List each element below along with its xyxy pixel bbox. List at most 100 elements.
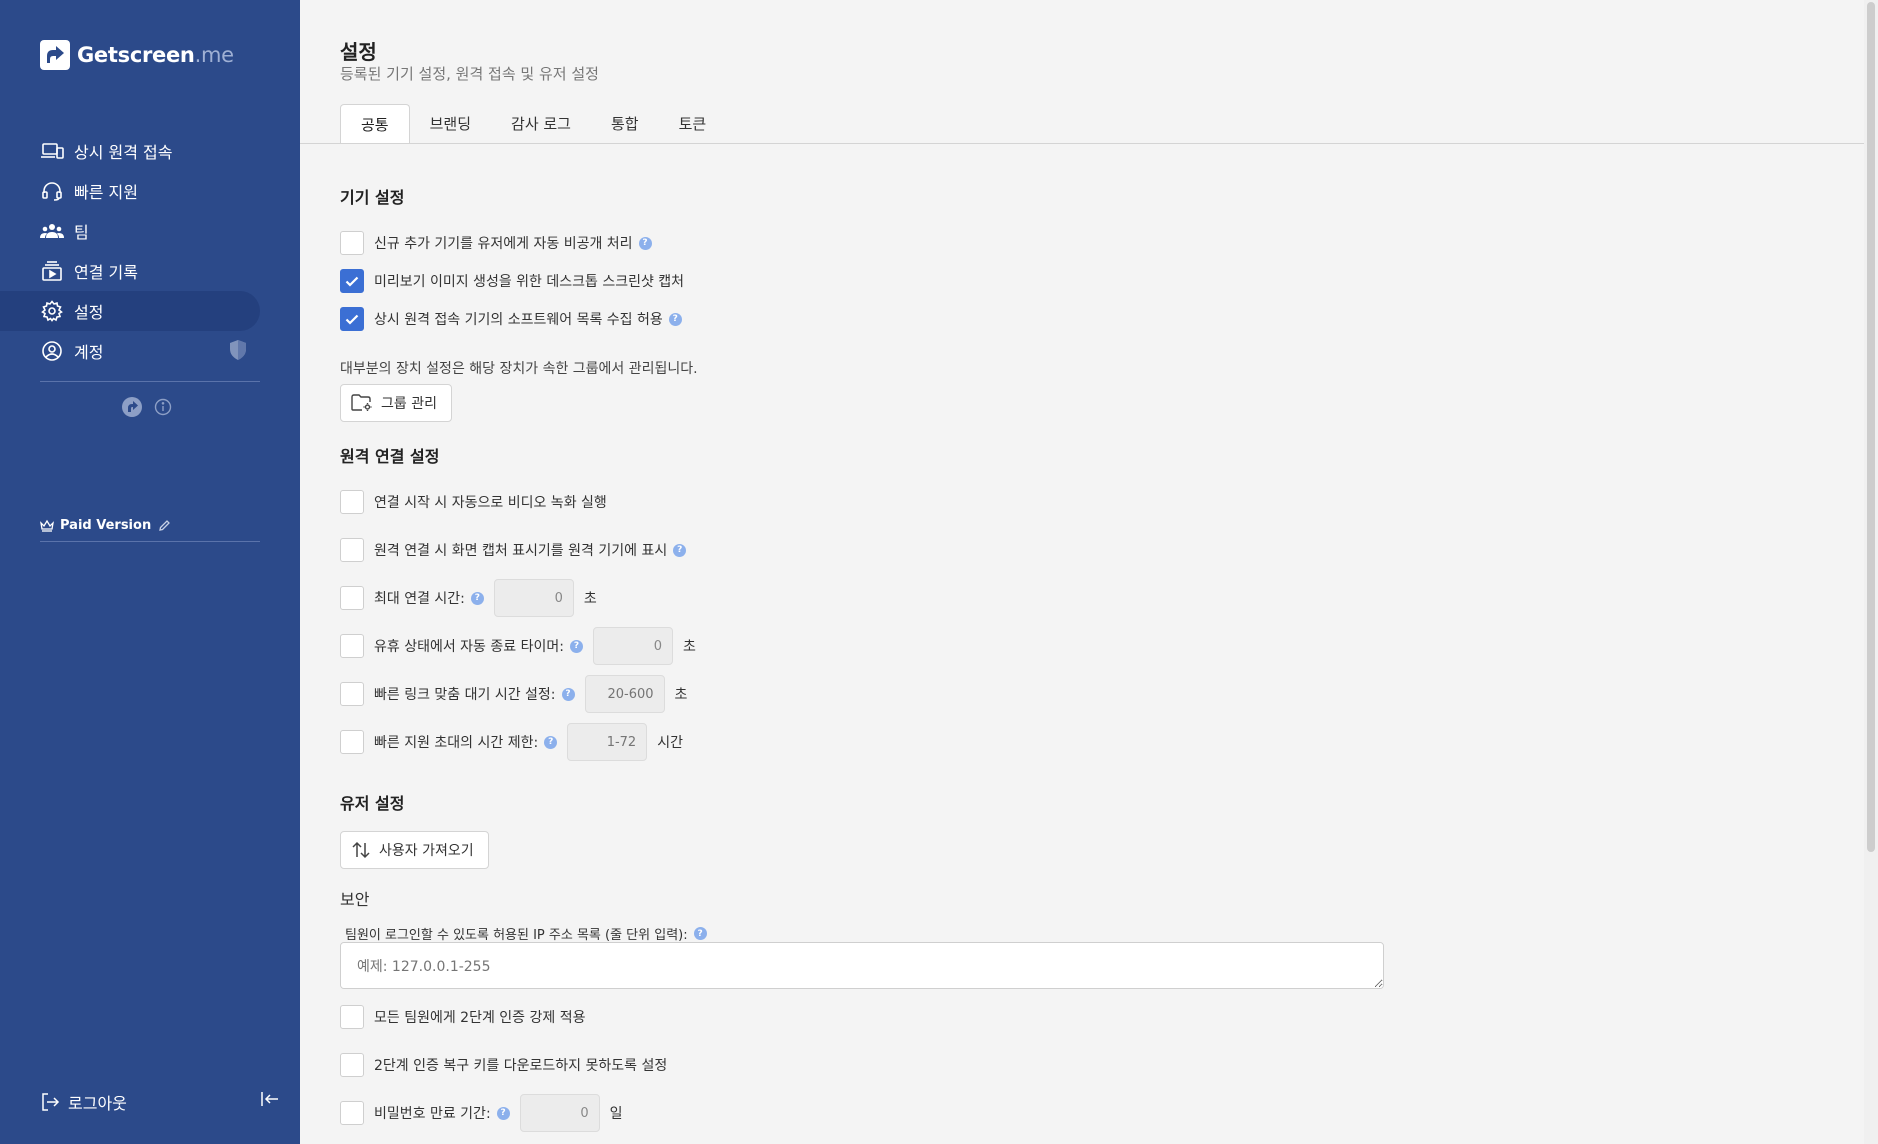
logout-button[interactable]: 로그아웃 — [40, 1090, 280, 1114]
help-icon[interactable]: ? — [668, 312, 682, 326]
sidebar-item-label: 팀 — [74, 223, 89, 242]
devices-icon — [40, 139, 64, 163]
tab-tokens[interactable]: 토큰 — [659, 104, 727, 144]
option-idle-timeout: 유휴 상태에서 자동 종료 타이머: ? 초 — [340, 627, 696, 665]
sidebar-item-label: 연결 기록 — [74, 263, 138, 282]
help-icon[interactable]: ? — [569, 639, 583, 653]
option-capture-indicator: 원격 연결 시 화면 캡처 표시기를 원격 기기에 표시 ? — [340, 538, 687, 562]
option-auto-private-devices: 신규 추가 기기를 유저에게 자동 비공개 처리 ? — [340, 231, 652, 255]
option-label: 상시 원격 접속 기기의 소프트웨어 목록 수집 허용 — [374, 312, 663, 328]
tab-general[interactable]: 공통 — [340, 104, 410, 144]
main-content: 설정 등록된 기기 설정, 원격 접속 및 유저 설정 공통 브랜딩 감사 로그… — [300, 0, 1864, 1144]
plan-indicator: Paid Version — [40, 518, 260, 542]
help-icon[interactable]: ? — [693, 927, 707, 940]
sidebar-item-unattended-access[interactable]: 상시 원격 접속 — [0, 131, 260, 171]
help-icon[interactable]: ? — [638, 236, 652, 250]
sidebar-item-account[interactable]: 계정 — [0, 331, 260, 371]
sidebar-item-label: 계정 — [74, 343, 104, 362]
checkbox[interactable] — [340, 1053, 364, 1077]
option-label: 2단계 인증 복구 키를 다운로드하지 못하도록 설정 — [374, 1058, 668, 1074]
section-title-remote: 원격 연결 설정 — [340, 447, 440, 466]
password-expiry-input[interactable] — [519, 1094, 600, 1132]
idle-timeout-input[interactable] — [592, 627, 673, 665]
checkbox[interactable] — [340, 586, 364, 610]
plan-label: Paid Version — [60, 518, 152, 533]
ip-whitelist-input[interactable] — [340, 942, 1384, 989]
tab-audit-log[interactable]: 감사 로그 — [491, 104, 591, 144]
team-icon — [40, 219, 64, 243]
sidebar: Getscreen.me 상시 원격 접속 빠른 지원 팀 연결 기록 설정 계… — [0, 0, 300, 1144]
sidebar-item-label: 설정 — [74, 303, 104, 322]
section-title-users: 유저 설정 — [340, 794, 405, 813]
sidebar-item-label: 상시 원격 접속 — [74, 143, 173, 162]
invite-time-limit-input[interactable] — [567, 723, 648, 761]
sidebar-item-quick-support[interactable]: 빠른 지원 — [0, 171, 260, 211]
option-force-2fa: 모든 팀원에게 2단계 인증 강제 적용 — [340, 1005, 585, 1029]
unit-label: 초 — [682, 639, 696, 655]
crown-icon — [40, 519, 54, 532]
unit-label: 초 — [583, 591, 597, 607]
checkbox[interactable] — [340, 682, 364, 706]
option-quick-link-wait: 빠른 링크 맞춤 대기 시간 설정: ? 초 — [340, 675, 687, 713]
checkbox[interactable] — [340, 490, 364, 514]
history-icon — [40, 259, 64, 283]
tabs-divider — [300, 143, 1864, 144]
checkbox[interactable] — [340, 231, 364, 255]
option-password-expiry: 비밀번호 만료 기간: ? 일 — [340, 1094, 623, 1132]
scrollbar-thumb[interactable] — [1867, 2, 1875, 852]
checkbox[interactable] — [340, 730, 364, 754]
group-settings-note: 대부분의 장치 설정은 해당 장치가 속한 그룹에서 관리됩니다. — [340, 361, 698, 377]
option-desktop-screenshot: 미리보기 이미지 생성을 위한 데스크톱 스크린샷 캡처 — [340, 269, 684, 293]
sidebar-item-history[interactable]: 연결 기록 — [0, 251, 260, 291]
checkbox[interactable] — [340, 1005, 364, 1029]
section-title-device: 기기 설정 — [340, 188, 405, 207]
sort-arrows-icon — [351, 841, 371, 859]
scrollbar[interactable] — [1864, 0, 1878, 1144]
tab-integrations[interactable]: 통합 — [591, 104, 659, 144]
option-label: 최대 연결 시간: — [374, 591, 465, 607]
tab-bar: 공통 브랜딩 감사 로그 통합 토큰 — [340, 104, 726, 144]
sidebar-item-settings[interactable]: 설정 — [0, 291, 260, 331]
ip-whitelist-label: 팀원이 로그인할 수 있도록 허용된 IP 주소 목록 (줄 단위 입력): ? — [345, 924, 707, 943]
checkbox[interactable] — [340, 307, 364, 331]
sidebar-nav: 상시 원격 접속 빠른 지원 팀 연결 기록 설정 계정 — [0, 131, 300, 382]
checkbox[interactable] — [340, 1101, 364, 1125]
help-icon[interactable]: ? — [496, 1106, 510, 1120]
sidebar-item-label: 빠른 지원 — [74, 183, 138, 202]
option-label: 연결 시작 시 자동으로 비디오 녹화 실행 — [374, 495, 607, 511]
option-auto-record: 연결 시작 시 자동으로 비디오 녹화 실행 — [340, 490, 607, 514]
logo-arrow-icon — [40, 40, 70, 70]
option-invite-time-limit: 빠른 지원 초대의 시간 제한: ? 시간 — [340, 723, 683, 761]
checkbox[interactable] — [340, 269, 364, 293]
option-max-connection-time: 최대 연결 시간: ? 초 — [340, 579, 597, 617]
help-icon[interactable]: ? — [544, 735, 558, 749]
getscreen-logo-icon[interactable] — [122, 397, 142, 421]
checkbox[interactable] — [340, 634, 364, 658]
option-label: 비밀번호 만료 기간: — [374, 1106, 491, 1122]
info-icon[interactable] — [154, 398, 172, 420]
unit-label: 초 — [674, 687, 688, 703]
checkbox[interactable] — [340, 538, 364, 562]
edit-pencil-icon[interactable] — [158, 519, 171, 532]
logout-label: 로그아웃 — [68, 1094, 127, 1113]
headset-icon — [40, 179, 64, 203]
logo[interactable]: Getscreen.me — [40, 40, 234, 70]
option-label: 빠른 링크 맞춤 대기 시간 설정: — [374, 687, 556, 703]
help-icon[interactable]: ? — [470, 591, 484, 605]
help-icon[interactable]: ? — [561, 687, 575, 701]
collapse-sidebar-icon[interactable] — [260, 1090, 280, 1108]
help-icon[interactable]: ? — [673, 543, 687, 557]
option-block-recovery-key: 2단계 인증 복구 키를 다운로드하지 못하도록 설정 — [340, 1053, 667, 1077]
option-label: 미리보기 이미지 생성을 위한 데스크톱 스크린샷 캡처 — [374, 274, 685, 290]
manage-groups-button[interactable]: 그룹 관리 — [340, 384, 452, 422]
quick-link-wait-input[interactable] — [584, 675, 665, 713]
option-label: 신규 추가 기기를 유저에게 자동 비공개 처리 — [374, 236, 633, 252]
tab-branding[interactable]: 브랜딩 — [410, 104, 491, 144]
max-connection-time-input[interactable] — [493, 579, 574, 617]
page-subtitle: 등록된 기기 설정, 원격 접속 및 유저 설정 — [340, 65, 599, 83]
import-users-button[interactable]: 사용자 가져오기 — [340, 831, 489, 869]
option-software-list: 상시 원격 접속 기기의 소프트웨어 목록 수집 허용 ? — [340, 307, 682, 331]
checkmark-icon — [345, 314, 359, 325]
option-label: 빠른 지원 초대의 시간 제한: — [374, 735, 539, 751]
sidebar-item-team[interactable]: 팀 — [0, 211, 260, 251]
